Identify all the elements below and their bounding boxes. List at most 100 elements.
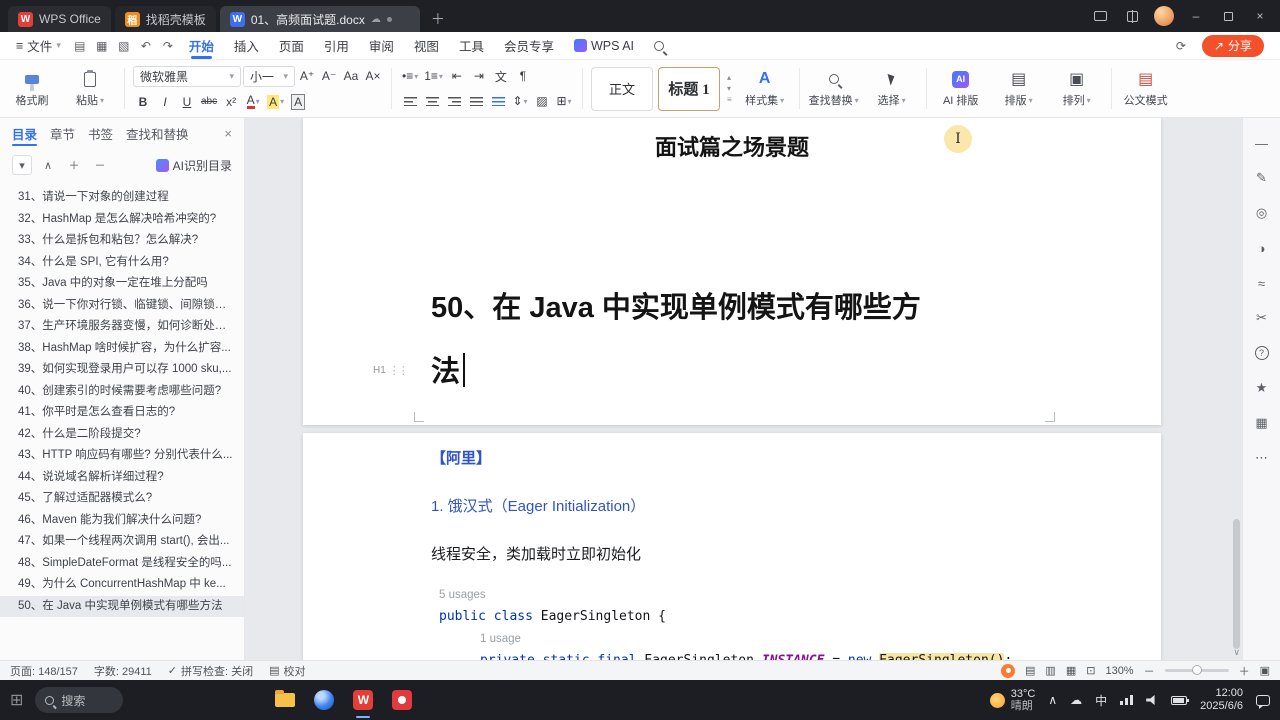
locate-icon[interactable]: ◎ (1251, 204, 1273, 222)
sidebar-tab-sections[interactable]: 章节 (50, 118, 75, 148)
font-name-select[interactable]: 微软雅黑 ▾ (133, 65, 241, 87)
official-doc-mode-button[interactable]: ▤ 公文模式 (1120, 65, 1172, 112)
borders-button[interactable]: ⊞ ▾ (554, 91, 574, 111)
decrease-indent-button[interactable]: ⇤ (447, 66, 467, 86)
docer-template-tab[interactable]: 稻 找稻壳模板 (114, 6, 216, 32)
benefits-icon[interactable] (1118, 0, 1146, 32)
clear-format-button[interactable]: A× (363, 66, 383, 86)
bold-button[interactable]: B (133, 92, 153, 112)
share-button[interactable]: ↗ 分享 (1201, 34, 1264, 57)
style-scroll-up[interactable]: ▴ (727, 73, 732, 82)
zoom-out-button[interactable]: － (1144, 663, 1155, 679)
tab-page[interactable]: 页面 (269, 32, 314, 60)
outline-item[interactable]: 39、如何实现登录用户可以存 1000 sku,... (0, 359, 244, 381)
document-page-1[interactable]: 面试篇之场景题 H1 ⋮⋮ 50、在 Java 中实现单例模式有哪些方 法 (303, 118, 1161, 425)
paragraph-marks-button[interactable]: ¶ (513, 66, 533, 86)
page-view-icon[interactable]: ▥ (1045, 664, 1055, 677)
start-button[interactable]: ⊞ (10, 690, 23, 710)
wps-app-icon[interactable]: W (351, 688, 375, 718)
font-size-select[interactable]: 小一 ▾ (243, 65, 295, 87)
sidebar-tab-find-replace[interactable]: 查找和替换 (126, 118, 189, 148)
tab-reference[interactable]: 引用 (314, 32, 359, 60)
style-scroll-down[interactable]: ▾ (727, 84, 732, 93)
user-avatar[interactable] (1150, 0, 1178, 32)
window-minimize-button[interactable]: – (1182, 0, 1210, 32)
proofread-button[interactable]: ▤ 校对 (269, 663, 305, 679)
wps-home-tab[interactable]: W WPS Office (8, 6, 111, 32)
tab-member[interactable]: 会员专享 (494, 32, 564, 60)
weather-widget[interactable]: 33°C 晴朗 (989, 688, 1035, 712)
tab-view[interactable]: 视图 (404, 32, 449, 60)
read-mode-icon[interactable]: ▤ (1025, 664, 1035, 677)
underline-button[interactable]: U (177, 92, 197, 112)
style-body[interactable]: 正文 (591, 66, 653, 111)
word-count[interactable]: 字数: 29411 (94, 663, 152, 679)
paste-button[interactable]: 粘贴 ▾ (64, 65, 116, 112)
shading-button[interactable]: ▨ (532, 91, 552, 111)
screenshot-clip-icon[interactable]: ✂ (1251, 309, 1273, 327)
change-case-button[interactable]: Aa (341, 66, 361, 86)
outline-item[interactable]: 43、HTTP 响应码有哪些? 分别代表什么... (0, 445, 244, 467)
justify-button[interactable] (466, 91, 486, 111)
notification-center-icon[interactable] (1256, 694, 1270, 709)
outline-item[interactable]: 40、创建索引的时候需要考虑哪些问题? (0, 381, 244, 403)
format-painter-button[interactable]: 格式刷 (6, 65, 58, 112)
file-menu-button[interactable]: ≡ 文件 ▾ (8, 35, 69, 57)
shrink-font-button[interactable]: A⁻ (319, 66, 339, 86)
zoom-in-button[interactable]: ＋ (1239, 663, 1250, 679)
assistant-badge-icon[interactable] (1001, 663, 1016, 678)
cjk-layout-button[interactable]: 文 (491, 66, 511, 86)
red-app-icon[interactable] (390, 688, 414, 712)
outline-item[interactable]: 34、什么是 SPI, 它有什么用? (0, 252, 244, 274)
new-tab-button[interactable]: ＋ (426, 7, 450, 31)
scrollbar-thumb[interactable] (1233, 519, 1240, 649)
help-icon[interactable]: ? (1251, 344, 1273, 362)
arrange-button[interactable]: ▣ 排列 ▾ (1051, 65, 1103, 112)
sidebar-tab-outline[interactable]: 目录 (12, 118, 38, 148)
outline-item[interactable]: 32、HashMap 是怎么解决哈希冲突的? (0, 209, 244, 231)
font-color-button[interactable]: A ▾ (243, 92, 263, 112)
text-highlight-button[interactable]: A ▾ (265, 92, 286, 112)
style-set-button[interactable]: A 样式集 ▾ (739, 69, 791, 108)
panel-grid-icon[interactable]: ▦ (1251, 414, 1273, 432)
outline-item[interactable]: 41、你平时是怎么查看日志的? (0, 402, 244, 424)
distribute-button[interactable] (488, 91, 508, 111)
tab-review[interactable]: 审阅 (359, 32, 404, 60)
expand-all-button[interactable]: ＋ (64, 155, 84, 175)
network-icon[interactable] (1120, 695, 1134, 705)
translate-icon[interactable]: ≈ (1251, 274, 1273, 292)
outline-item[interactable]: 42、什么是二阶段提交? (0, 424, 244, 446)
outline-item[interactable]: 37、生产环境服务器变慢，如何诊断处理... (0, 316, 244, 338)
outline-item[interactable]: 38、HashMap 啥时候扩容，为什么扩容... (0, 338, 244, 360)
document-page-2[interactable]: 【阿里】 1. 饿汉式（Eager Initialization） 线程安全，类… (303, 433, 1161, 660)
redo-button[interactable]: ↷ (157, 35, 179, 57)
zoom-level[interactable]: 130% (1105, 665, 1133, 677)
italic-button[interactable]: I (155, 92, 175, 112)
save-button[interactable]: ▤ (69, 35, 91, 57)
undo-button[interactable]: ↶ (135, 35, 157, 57)
collapse-levels-button[interactable]: ▾ (12, 155, 32, 175)
collapse-all-button[interactable]: － (90, 155, 110, 175)
window-maximize-button[interactable] (1214, 0, 1242, 32)
more-tools-icon[interactable]: ⋯ (1251, 449, 1273, 467)
outline-item[interactable]: 46、Maven 能为我们解决什么问题? (0, 510, 244, 532)
battery-icon[interactable] (1171, 695, 1190, 705)
ai-layout-button[interactable]: AI AI 排版 (935, 65, 987, 112)
tab-insert[interactable]: 插入 (224, 32, 269, 60)
layout-button[interactable]: ▤ 排版 ▾ (993, 65, 1045, 112)
zoom-slider-thumb[interactable] (1191, 665, 1202, 675)
fit-page-icon[interactable]: ▣ (1260, 664, 1270, 677)
outline-item[interactable]: 44、说说域名解析详细过程? (0, 467, 244, 489)
favorites-icon[interactable]: ★ (1251, 379, 1273, 397)
outline-item[interactable]: 45、了解过适配器模式么? (0, 488, 244, 510)
align-right-button[interactable] (444, 91, 464, 111)
ribbon-search-button[interactable] (644, 32, 674, 60)
outline-item[interactable]: 35、Java 中的对象一定在堆上分配吗 (0, 273, 244, 295)
volume-icon[interactable] (1146, 695, 1158, 705)
file-explorer-icon[interactable] (273, 688, 297, 712)
ai-recognize-outline-button[interactable]: AI识别目录 (155, 157, 232, 174)
annotate-pen-icon[interactable]: ✎ (1251, 169, 1273, 187)
tools-view-icon[interactable]: ⊡ (1086, 664, 1095, 677)
document-scrollbar[interactable] (1232, 122, 1240, 649)
scroll-down-arrow[interactable]: ∨ (1233, 647, 1240, 658)
